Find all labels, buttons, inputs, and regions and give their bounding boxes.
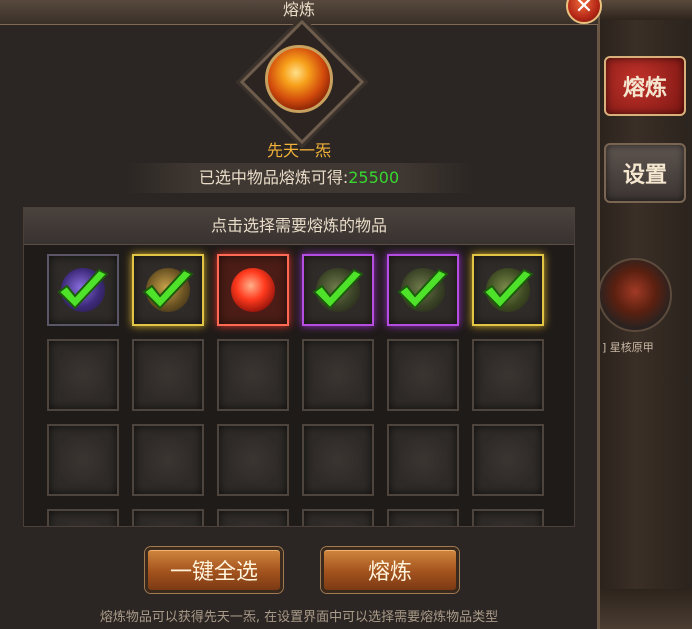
smelt-button[interactable]: 熔炼 [321,547,459,593]
reward-name: 先天一炁 [266,141,331,160]
side-trim-bottom [598,589,692,629]
empty-slot[interactable] [47,509,119,526]
empty-slot[interactable] [472,424,544,496]
empty-slot[interactable] [132,509,204,526]
check-icon [397,268,449,310]
empty-slot[interactable] [132,339,204,411]
empty-slot[interactable] [472,339,544,411]
item-slot[interactable] [302,254,374,326]
empty-slot[interactable] [387,339,459,411]
side-item-armor-icon[interactable] [598,258,672,332]
empty-slot[interactable] [302,424,374,496]
item-grid: 点击选择需要熔炼的物品 [23,207,575,527]
item-slot[interactable] [132,254,204,326]
check-icon [482,268,534,310]
side-trim-top [598,0,692,20]
empty-slot[interactable] [47,339,119,411]
empty-slot[interactable] [47,424,119,496]
empty-slot[interactable] [302,509,374,526]
check-icon [312,268,364,310]
empty-slot[interactable] [302,339,374,411]
yield-value: 25500 [348,168,400,187]
item-slot[interactable] [472,254,544,326]
empty-slot[interactable] [217,339,289,411]
empty-slot[interactable] [387,509,459,526]
empty-slot[interactable] [217,424,289,496]
item-slot[interactable] [387,254,459,326]
xiantian-orb-icon [265,45,333,113]
empty-slot[interactable] [472,509,544,526]
select-all-button[interactable]: 一键全选 [145,547,283,593]
empty-slot[interactable] [132,424,204,496]
footer-hint: 熔炼物品可以获得先天一炁, 在设置界面中可以选择需要熔炼物品类型 [99,610,499,625]
item-icon [231,268,275,312]
item-slot[interactable] [217,254,289,326]
check-icon [57,268,109,310]
yield-summary: 已选中物品熔炼可得:25500 [125,163,473,193]
smelt-dialog: 熔炼 先天一炁 已选中物品熔炼可得:25500 点击选择需要熔炼的物品 一键全选… [0,0,600,629]
side-tab-smelt[interactable]: 熔炼 [604,56,686,116]
yield-label: 已选中物品熔炼可得: [198,168,349,187]
side-tab-settings[interactable]: 设置 [604,143,686,203]
grid-header: 点击选择需要熔炼的物品 [24,208,574,245]
empty-slot[interactable] [387,424,459,496]
side-item-label: ] 星核原甲 [602,341,654,354]
empty-slot[interactable] [217,509,289,526]
check-icon [142,268,194,310]
item-slot[interactable] [47,254,119,326]
